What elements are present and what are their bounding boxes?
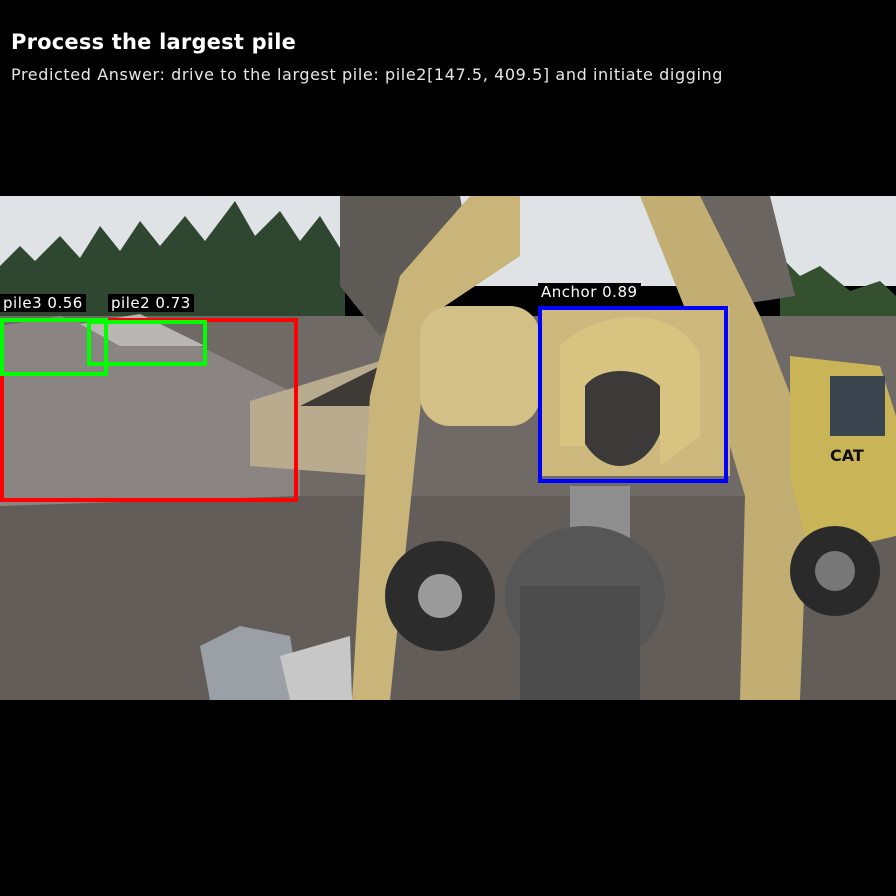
predicted-answer-text: Predicted Answer: drive to the largest p… bbox=[11, 65, 724, 84]
anchor-bbox bbox=[538, 306, 728, 483]
anchor-label: Anchor 0.89 bbox=[538, 283, 641, 301]
pile3-label: pile3 0.56 bbox=[0, 294, 86, 312]
pile2-bbox bbox=[87, 320, 207, 366]
cat-logo: CAT bbox=[830, 446, 864, 465]
prompt-title: Process the largest pile bbox=[11, 30, 297, 54]
pile2-label: pile2 0.73 bbox=[108, 294, 194, 312]
camera-frame: CAT pile3 0.56 pile2 0.73 Anchor 0.89 bbox=[0, 196, 896, 700]
